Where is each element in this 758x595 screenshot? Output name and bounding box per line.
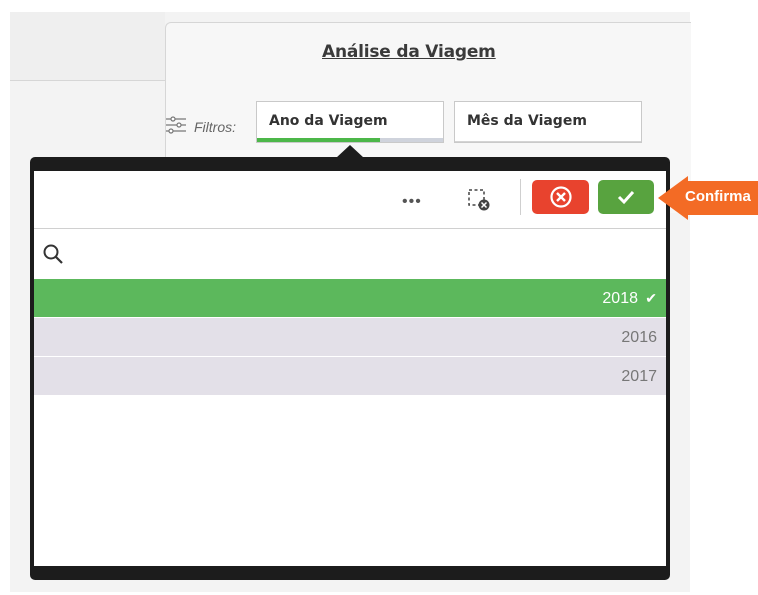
confirm-button[interactable] [598, 180, 654, 214]
filters-label: Filtros: [194, 119, 236, 135]
filter-chip-label: Ano da Viagem [269, 113, 388, 129]
check-icon: ✔ [645, 290, 657, 306]
filters-icon [166, 116, 186, 134]
filter-chip-label: Mês da Viagem [467, 113, 587, 129]
list-item[interactable]: 2017 [34, 357, 666, 396]
selection-bar-fill [257, 138, 380, 142]
selection-bar [455, 141, 641, 142]
filter-chip-mes-da-viagem[interactable]: Mês da Viagem [454, 101, 642, 143]
selection-popup: ••• 2018 ✔ 2016 2017 [30, 157, 670, 580]
cancel-button[interactable] [532, 180, 589, 214]
search-icon [43, 244, 63, 264]
active-tab-title[interactable]: Análise da Viagem [322, 42, 496, 62]
clear-selection-icon[interactable] [466, 187, 492, 213]
callout-text: Confirma [685, 188, 751, 205]
selection-bar [257, 138, 443, 142]
list-item-label: 2018 [602, 290, 638, 307]
filter-chip-ano-da-viagem[interactable]: Ano da Viagem [256, 101, 444, 143]
list-item-label: 2016 [621, 329, 657, 346]
values-list: 2018 ✔ 2016 2017 [34, 279, 666, 396]
list-item-label: 2017 [621, 368, 657, 385]
search-row[interactable] [34, 229, 666, 277]
tab-previous[interactable] [10, 12, 165, 81]
list-item[interactable]: 2018 ✔ [34, 279, 666, 318]
check-icon [617, 190, 635, 205]
close-icon [549, 186, 572, 208]
toolbar-divider [520, 179, 521, 215]
popup-toolbar: ••• [34, 171, 666, 229]
ellipsis-icon[interactable]: ••• [402, 194, 422, 210]
list-item[interactable]: 2016 [34, 318, 666, 357]
popup-body: ••• 2018 ✔ 2016 2017 [34, 171, 666, 566]
